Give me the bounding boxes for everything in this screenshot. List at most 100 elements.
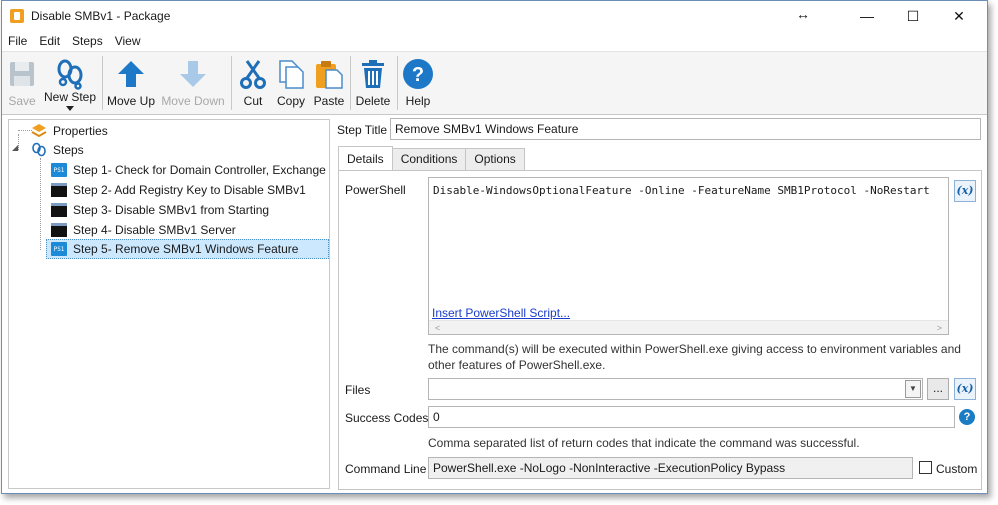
delete-button[interactable]: Delete xyxy=(352,54,394,112)
command-line-label: Command Line xyxy=(345,462,427,476)
scissors-icon xyxy=(240,60,266,89)
success-codes-field[interactable]: 0 xyxy=(428,406,955,428)
files-field[interactable] xyxy=(428,378,923,400)
cut-label: Cut xyxy=(243,94,263,108)
delete-label: Delete xyxy=(355,94,391,108)
tree-step-2[interactable]: Step 2- Add Registry Key to Disable SMBv… xyxy=(51,180,306,200)
tab-options[interactable]: Options xyxy=(465,148,525,170)
details-panel: PowerShell Disable-WindowsOptionalFeatur… xyxy=(338,170,982,490)
footsteps-icon xyxy=(32,142,46,157)
menu-edit[interactable]: Edit xyxy=(33,32,66,50)
package-window: Disable SMBv1 - Package ↔ — ☐ ✕ File Edi… xyxy=(1,0,988,494)
tree-step-label: Step 1- Check for Domain Controller, Exc… xyxy=(73,163,326,177)
menu-file[interactable]: File xyxy=(2,32,33,50)
tree-step-label: Step 5- Remove SMBv1 Windows Feature xyxy=(73,242,299,256)
menu-steps[interactable]: Steps xyxy=(66,32,109,50)
minimize-button[interactable]: — xyxy=(844,1,890,31)
svg-text:?: ? xyxy=(412,64,424,86)
tree-connector xyxy=(40,158,41,250)
move-up-button[interactable]: Move Up xyxy=(104,54,158,112)
browse-button[interactable]: ... xyxy=(927,378,949,400)
save-button[interactable]: Save xyxy=(4,54,40,112)
files-dropdown-icon[interactable]: ▼ xyxy=(905,380,921,398)
success-codes-label: Success Codes xyxy=(345,411,429,425)
tree-item-properties[interactable]: Properties xyxy=(31,121,108,141)
cmd-icon xyxy=(51,223,67,237)
tree-step-label: Step 3- Disable SMBv1 from Starting xyxy=(73,203,270,217)
copy-icon xyxy=(279,60,304,89)
insert-variable-button[interactable]: (x) xyxy=(954,180,976,202)
files-variable-button[interactable]: (x) xyxy=(954,378,976,400)
save-icon xyxy=(10,62,34,86)
title-bar: Disable SMBv1 - Package ↔ — ☐ ✕ xyxy=(2,1,987,31)
powershell-label: PowerShell xyxy=(345,183,406,197)
tree-step-label: Step 2- Add Registry Key to Disable SMBv… xyxy=(73,183,306,197)
move-down-label: Move Down xyxy=(161,94,225,108)
detail-tabs: Details Conditions Options xyxy=(338,146,525,170)
horizontal-scrollbar[interactable]: < > xyxy=(429,320,948,334)
paste-label: Paste xyxy=(313,94,345,108)
close-button[interactable]: ✕ xyxy=(936,1,982,31)
properties-icon xyxy=(31,124,47,138)
powershell-editor[interactable]: Disable-WindowsOptionalFeature -Online -… xyxy=(428,177,949,335)
cut-button[interactable]: Cut xyxy=(234,54,272,112)
toolbar-separator xyxy=(102,56,103,110)
step-title-field[interactable]: Remove SMBv1 Windows Feature xyxy=(390,118,981,140)
move-up-label: Move Up xyxy=(106,94,156,108)
maximize-button[interactable]: ☐ xyxy=(890,1,936,31)
success-codes-help-icon[interactable]: ? xyxy=(959,409,975,425)
menu-bar: File Edit Steps View xyxy=(2,32,147,50)
collapse-arrow-icon[interactable]: ◢ xyxy=(12,143,18,152)
save-label: Save xyxy=(8,94,36,108)
help-label: Help xyxy=(405,94,431,108)
toolbar-separator xyxy=(397,56,398,110)
powershell-icon: PS1 xyxy=(51,242,67,256)
trash-icon xyxy=(362,60,384,88)
move-down-button[interactable]: Move Down xyxy=(159,54,227,112)
window-title: Disable SMBv1 - Package xyxy=(31,9,171,23)
tab-conditions[interactable]: Conditions xyxy=(391,148,467,170)
arrow-up-icon xyxy=(118,61,144,87)
insert-powershell-script-link[interactable]: Insert PowerShell Script... xyxy=(432,306,570,320)
command-line-field[interactable]: PowerShell.exe -NoLogo -NonInteractive -… xyxy=(428,457,913,479)
paste-button[interactable]: Paste xyxy=(310,54,348,112)
powershell-icon: PS1 xyxy=(51,163,67,177)
new-step-button[interactable]: New Step xyxy=(40,54,100,112)
tree-item-steps[interactable]: Steps xyxy=(31,140,84,160)
custom-checkbox[interactable] xyxy=(919,461,932,474)
tree-step-4[interactable]: Step 4- Disable SMBv1 Server xyxy=(51,220,236,240)
footsteps-icon xyxy=(57,59,83,90)
app-icon xyxy=(10,9,24,23)
paste-icon xyxy=(316,61,343,89)
custom-label: Custom xyxy=(936,462,978,476)
menu-view[interactable]: View xyxy=(109,32,147,50)
scroll-left-icon[interactable]: < xyxy=(435,321,440,335)
cmd-icon xyxy=(51,203,67,217)
powershell-hint-line-2: other features of PowerShell.exe. xyxy=(428,358,606,372)
tab-details[interactable]: Details xyxy=(338,146,393,170)
scroll-right-icon[interactable]: > xyxy=(937,321,942,335)
toolbar: Save New Step Move Up Move Down Cut Copy… xyxy=(2,51,987,115)
tree-connector xyxy=(18,130,32,131)
success-codes-hint: Comma separated list of return codes tha… xyxy=(428,436,860,450)
arrow-down-icon xyxy=(180,61,206,87)
step-title-label: Step Title xyxy=(337,123,388,137)
help-button[interactable]: ? Help xyxy=(399,54,437,112)
dropdown-arrow-icon xyxy=(66,106,74,111)
help-icon: ? xyxy=(403,59,433,89)
tree-item-label: Properties xyxy=(53,124,108,138)
cmd-icon xyxy=(51,183,67,197)
copy-button[interactable]: Copy xyxy=(272,54,310,112)
new-step-label: New Step xyxy=(43,90,97,104)
steps-tree: Properties ◢ Steps PS1 Step 1- Check for… xyxy=(8,119,330,489)
tree-step-3[interactable]: Step 3- Disable SMBv1 from Starting xyxy=(51,200,269,220)
resize-icon: ↔ xyxy=(796,6,810,22)
tree-step-5[interactable]: PS1 Step 5- Remove SMBv1 Windows Feature xyxy=(46,239,329,259)
toolbar-separator xyxy=(231,56,232,110)
tree-item-label: Steps xyxy=(53,143,84,157)
tree-step-label: Step 4- Disable SMBv1 Server xyxy=(73,223,236,237)
files-label: Files xyxy=(345,383,371,397)
toolbar-separator xyxy=(350,56,351,110)
powershell-code: Disable-WindowsOptionalFeature -Online -… xyxy=(433,184,930,197)
tree-step-1[interactable]: PS1 Step 1- Check for Domain Controller,… xyxy=(51,160,326,180)
